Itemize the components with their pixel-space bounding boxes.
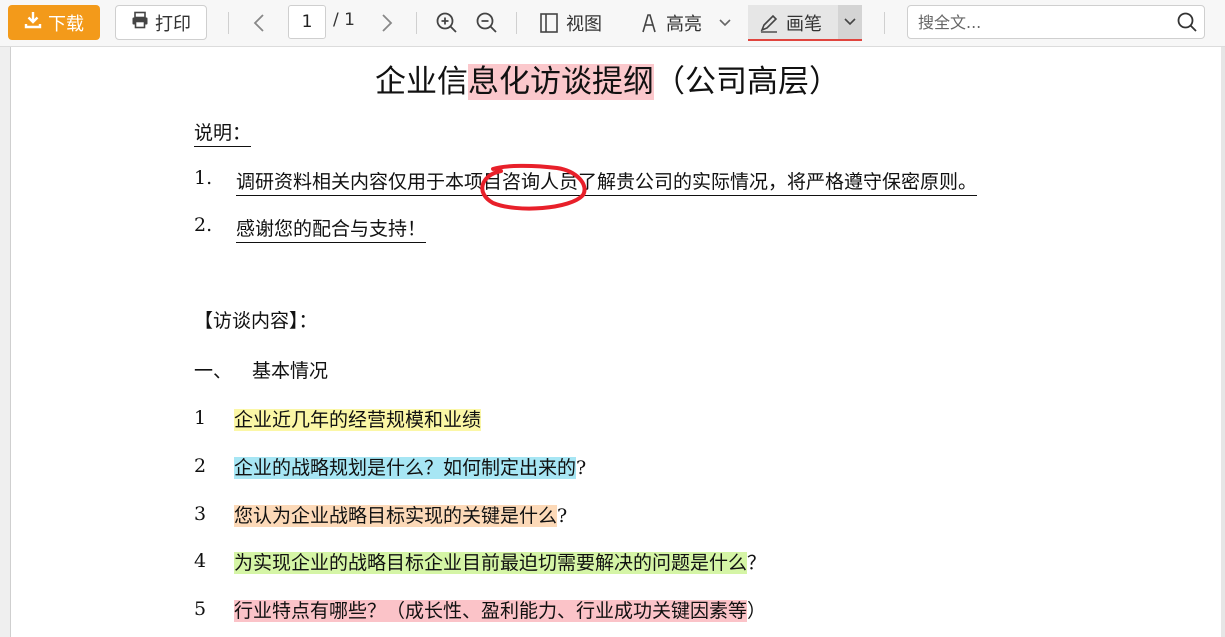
question-number: 4 [194,550,207,572]
scrollbar[interactable] [1221,47,1225,637]
note-number: 1. [194,167,213,189]
document-page: 企业信息化访谈提纲（公司高层） 说明： 1. 调研资料相关内容仅用于本项目咨询人… [10,47,1225,637]
question-item: 企业近几年的经营规模和业绩 [234,409,482,431]
chevron-down-icon [719,19,731,27]
notes-label: 说明： [194,118,252,147]
prev-page-button[interactable] [248,8,270,38]
question-number: 3 [194,503,207,525]
printer-icon [131,11,149,34]
view-icon [540,13,558,33]
section-heading: 【访谈内容】： [194,310,318,332]
divider [416,12,417,34]
question-number: 1 [194,407,207,429]
download-label: 下载 [48,13,84,35]
divider [516,12,517,34]
next-page-button[interactable] [376,8,398,38]
subsection-number: 一、 [194,360,233,382]
view-label: 视图 [566,14,602,35]
page-total: / 1 [333,10,355,30]
question-item: 行业特点有哪些？（成长性、盈利能力、行业成功关键因素等） [234,600,767,622]
question-item: 您认为企业战略目标实现的关键是什么? [234,505,568,527]
highlight-button[interactable]: 高亮 [638,8,732,38]
zoom-in-icon [436,12,457,33]
title-highlighted: 息化访谈提纲 [468,64,654,100]
title-part-1: 企业信 [375,64,468,100]
search-box [907,5,1205,39]
question-number: 2 [194,455,207,477]
subsection-title: 基本情况 [252,360,329,382]
pen-label: 画笔 [786,14,822,35]
page-number-input[interactable]: 1 [288,5,326,39]
highlighter-icon [642,14,656,33]
chevron-right-icon [382,14,393,32]
pen-dropdown-button[interactable] [838,5,862,39]
question-item: 为实现企业的战略目标企业目前最迫切需要解决的问题是什么？ [234,552,767,574]
highlight-label: 高亮 [666,14,702,35]
title-part-2: （公司高层） [654,64,840,100]
question-number: 5 [194,598,207,620]
zoom-out-button[interactable] [474,8,500,38]
note-item: 调研资料相关内容仅用于本项目咨询人员了解贵公司的实际情况，将严格遵守保密原则。 [236,167,978,196]
search-input[interactable] [918,6,1168,38]
ink-circle-annotation[interactable] [471,157,591,215]
toolbar: 下载 打印 1 / 1 视图 高亮 画笔 [0,0,1225,47]
print-button[interactable]: 打印 [115,5,207,40]
zoom-in-button[interactable] [434,8,460,38]
document-title: 企业信息化访谈提纲（公司高层） [375,56,840,101]
search-icon[interactable] [1176,11,1198,37]
question-item: 企业的战略规划是什么？如何制定出来的? [234,457,587,479]
download-button[interactable]: 下载 [8,5,100,40]
chevron-left-icon [253,14,264,32]
note-item: 感谢您的配合与支持！ [236,214,427,243]
divider [228,12,229,34]
zoom-out-icon [476,12,497,33]
pen-button[interactable]: 画笔 [758,8,822,38]
divider [884,12,885,34]
download-icon [24,11,42,34]
note-number: 2. [194,214,213,236]
chevron-down-icon [844,18,856,26]
view-button[interactable]: 视图 [538,8,602,38]
print-label: 打印 [155,13,191,35]
pen-icon [760,14,778,33]
